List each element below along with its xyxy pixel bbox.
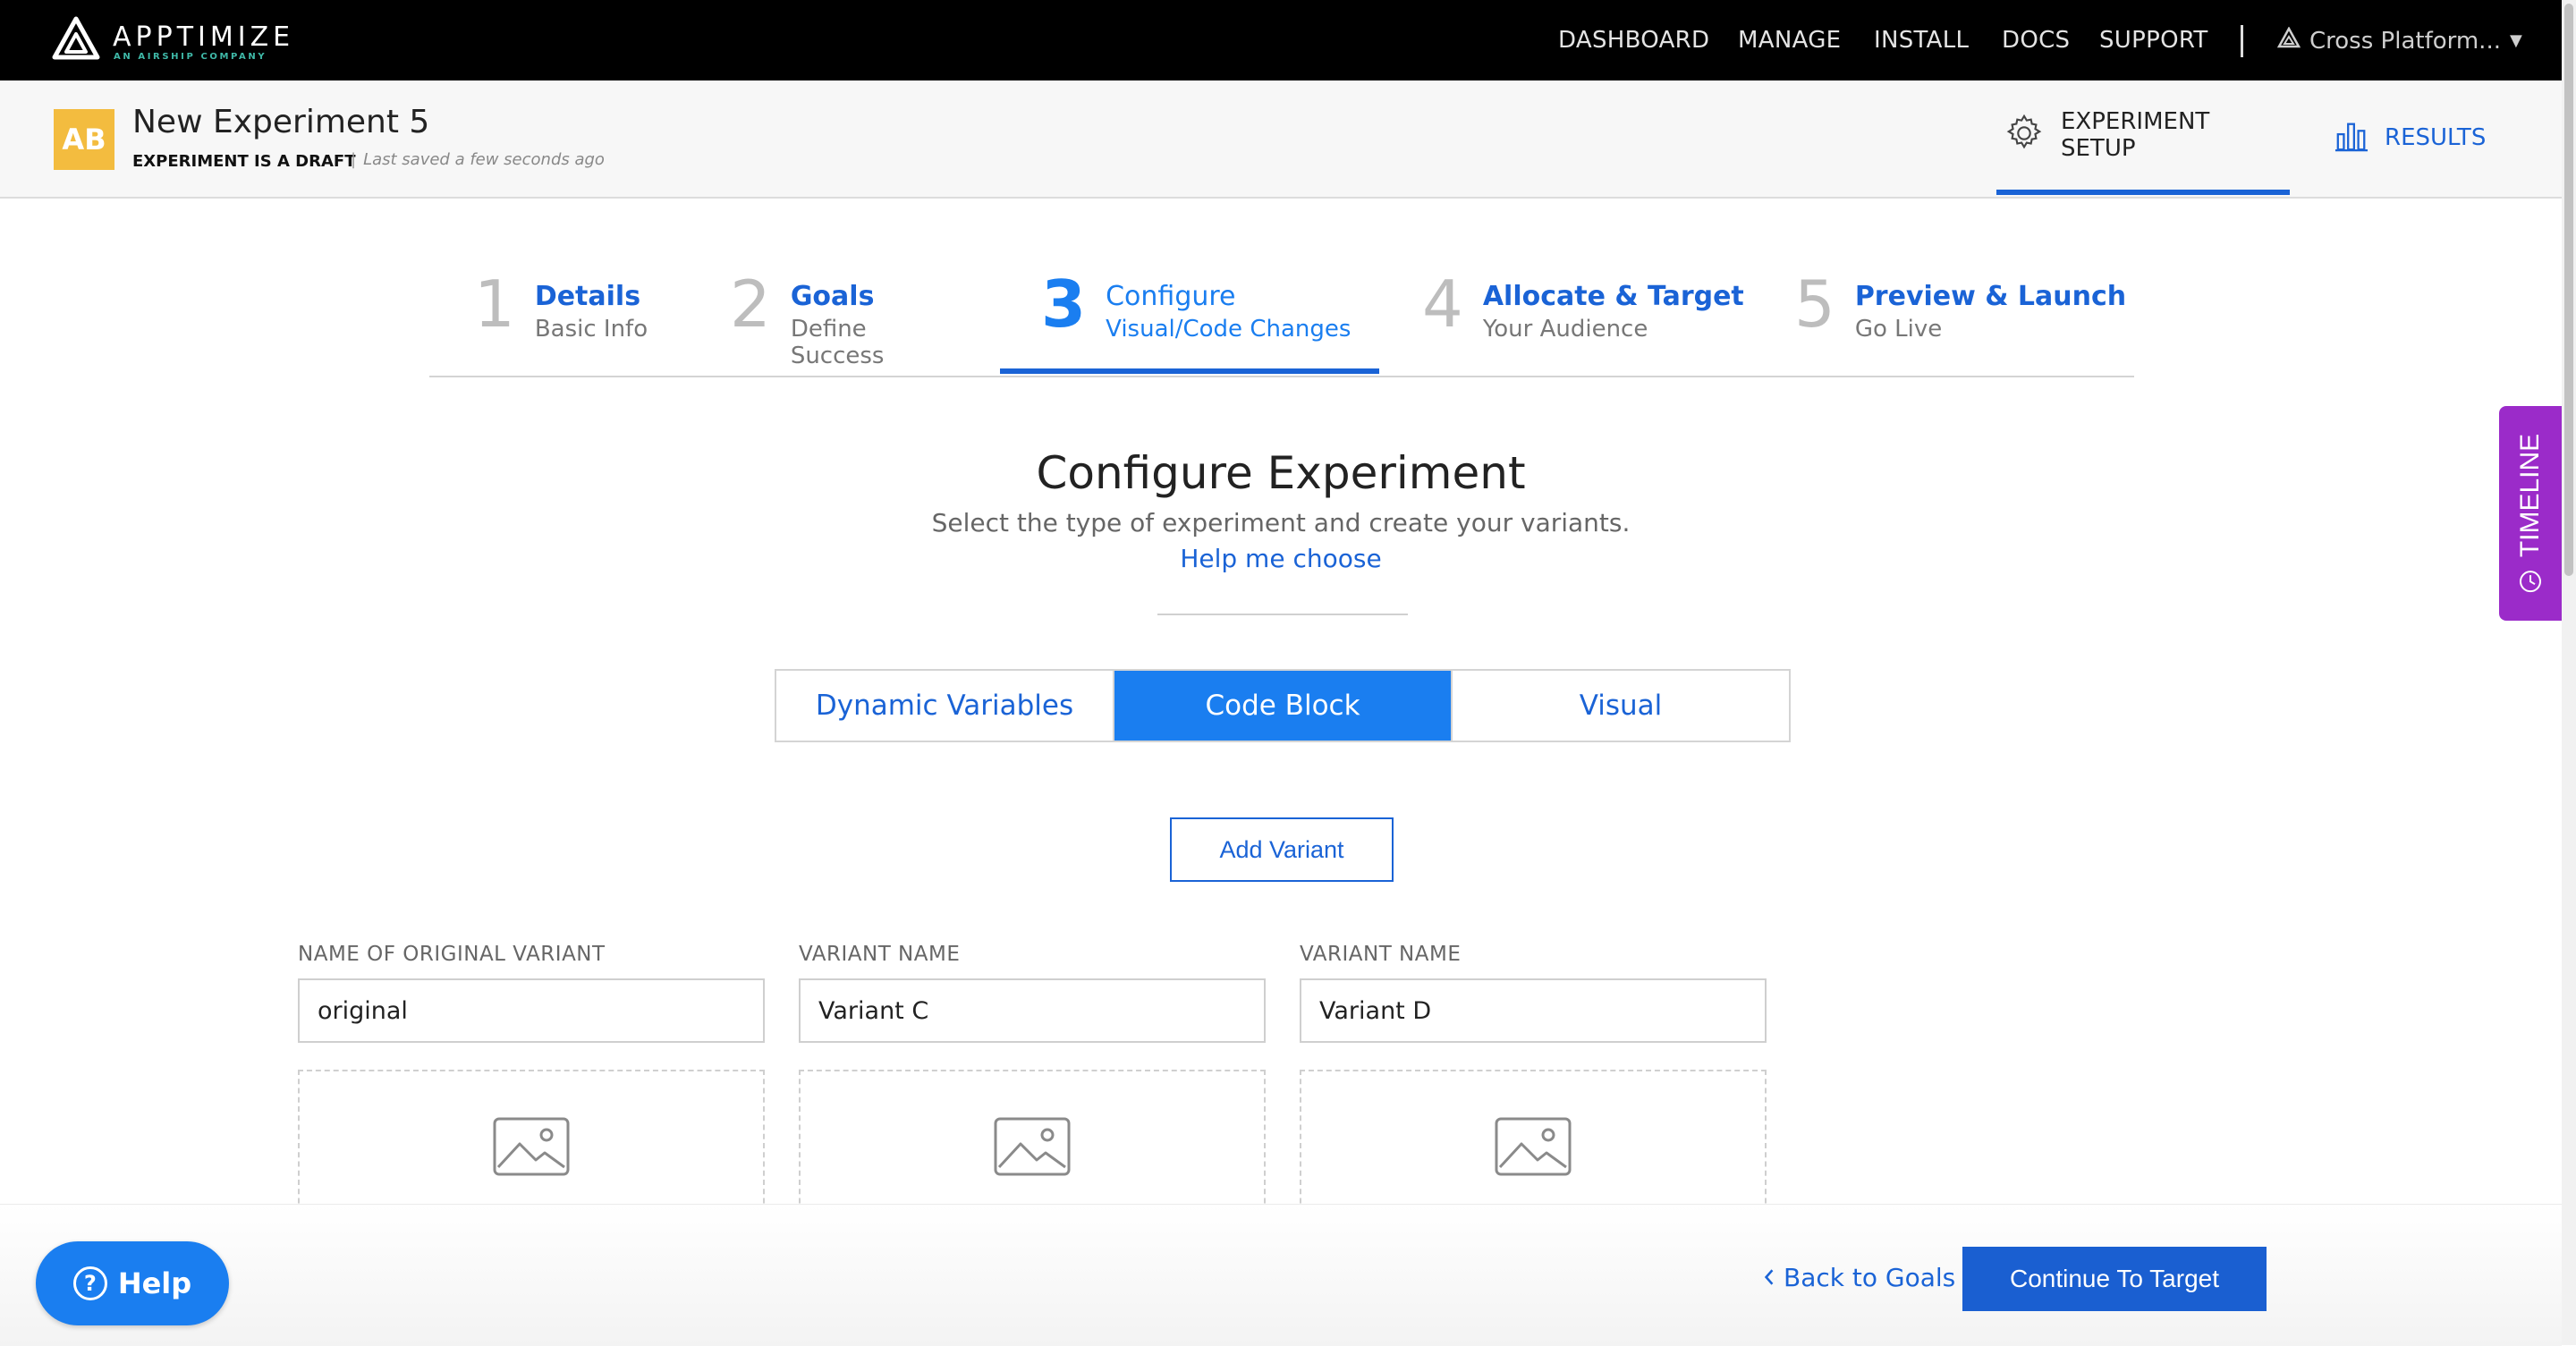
timeline-tab[interactable]: TIMELINE	[2499, 406, 2562, 621]
step-number: 4	[1422, 267, 1463, 342]
experiment-type-tabs: Dynamic Variables Code Block Visual	[775, 669, 1791, 742]
step-subtitle: Define Success	[790, 316, 885, 369]
step-number: 5	[1794, 267, 1835, 342]
apptimize-logo-icon[interactable]	[52, 16, 100, 61]
platform-icon	[2276, 26, 2301, 55]
saved-separator: |	[351, 150, 357, 169]
divider	[1157, 614, 1408, 615]
step-title: Goals	[790, 281, 875, 312]
help-me-choose-link[interactable]: Help me choose	[1180, 544, 1381, 573]
gear-icon	[2004, 113, 2045, 157]
step-number: 1	[474, 267, 515, 342]
help-button[interactable]: ? Help	[36, 1241, 229, 1325]
step-title: Allocate & Target	[1482, 281, 1744, 312]
experiment-name: New Experiment 5	[132, 104, 430, 140]
step-title: Details	[534, 281, 641, 312]
nav-support[interactable]: SUPPORT	[2099, 27, 2208, 54]
step-number: 2	[730, 267, 771, 342]
step-title: Configure	[1106, 281, 1236, 312]
type-tab-code-block[interactable]: Code Block	[1113, 671, 1451, 741]
variant-c: VARIANT NAME	[799, 943, 1266, 1222]
nav-divider	[2241, 25, 2243, 57]
step-subtitle: Your Audience	[1482, 316, 1648, 343]
experiment-type-badge: AB	[54, 109, 114, 170]
help-button-label: Help	[117, 1266, 192, 1300]
image-placeholder-icon	[1495, 1117, 1572, 1176]
variant-original: NAME OF ORIGINAL VARIANT	[298, 943, 765, 1222]
step-details[interactable]: 1 Details Basic Info	[474, 259, 653, 374]
step-allocate-target[interactable]: 4 Allocate & Target Your Audience	[1422, 259, 1762, 374]
step-title: Preview & Launch	[1854, 281, 2127, 312]
back-to-goals-label: Back to Goals	[1784, 1263, 1956, 1292]
tab-results[interactable]: RESULTS	[2334, 80, 2486, 195]
variant-name-label: VARIANT NAME	[1300, 943, 1462, 966]
help-link-row: Help me choose	[0, 544, 2562, 573]
platform-label: Cross Platform...	[2309, 27, 2501, 55]
chevron-left-icon	[1764, 1263, 1775, 1292]
step-number: 3	[1041, 267, 1087, 342]
scrollbar-thumb[interactable]	[2564, 4, 2573, 576]
step-subtitle: Go Live	[1854, 316, 1943, 343]
type-tab-visual[interactable]: Visual	[1451, 671, 1789, 741]
nav-dashboard[interactable]: DASHBOARD	[1558, 27, 1709, 54]
wizard-steps: 1 Details Basic Info 2 Goals Define Succes…	[429, 259, 2134, 377]
timeline-label: TIMELINE	[2515, 433, 2545, 558]
variant-name-input[interactable]	[298, 978, 765, 1043]
tab-results-label: RESULTS	[2385, 124, 2487, 151]
screenshot-dropzone[interactable]	[1300, 1070, 1767, 1222]
platform-selector[interactable]: Cross Platform... ▼	[2276, 26, 2522, 55]
step-goals[interactable]: 2 Goals Define Success	[730, 259, 962, 374]
brand-tagline: AN AIRSHIP COMPANY	[114, 52, 267, 62]
step-subtitle: Basic Info	[534, 316, 648, 343]
step-preview-launch[interactable]: 5 Preview & Launch Go Live	[1794, 259, 2134, 374]
tab-experiment-setup[interactable]: EXPERIMENT SETUP	[1996, 80, 2290, 195]
step-subtitle: Visual/Code Changes	[1106, 316, 1352, 343]
variant-name-input[interactable]	[1300, 978, 1767, 1043]
screenshot-dropzone[interactable]	[799, 1070, 1266, 1222]
tab-experiment-setup-label: EXPERIMENT SETUP	[2061, 108, 2210, 162]
variant-d: VARIANT NAME	[1300, 943, 1767, 1222]
chevron-down-icon: ▼	[2509, 31, 2522, 50]
clock-icon	[2520, 571, 2541, 593]
nav-install[interactable]: INSTALL	[1874, 27, 1969, 54]
image-placeholder-icon	[994, 1117, 1071, 1176]
question-mark-icon: ?	[72, 1266, 107, 1300]
variant-name-label: NAME OF ORIGINAL VARIANT	[298, 943, 606, 966]
page-title: Configure Experiment	[1036, 447, 1526, 499]
bar-chart-icon	[2334, 119, 2368, 157]
nav-manage[interactable]: MANAGE	[1738, 27, 1841, 54]
nav-docs[interactable]: DOCS	[2002, 27, 2070, 54]
step-configure[interactable]: 3 Configure Visual/Code Changes	[1000, 259, 1379, 374]
last-saved-info: | Last saved a few seconds ago	[351, 150, 605, 169]
brand-name[interactable]: APPTIMIZE	[113, 21, 294, 53]
add-variant-button[interactable]: Add Variant	[1170, 817, 1394, 882]
variant-name-label: VARIANT NAME	[799, 943, 961, 966]
screenshot-dropzone[interactable]	[298, 1070, 765, 1222]
last-saved-text: Last saved a few seconds ago	[363, 150, 605, 169]
variant-name-input[interactable]	[799, 978, 1266, 1043]
experiment-status: EXPERIMENT IS A DRAFT	[132, 152, 356, 171]
continue-to-target-button[interactable]: Continue To Target	[1962, 1247, 2267, 1311]
back-to-goals-link[interactable]: Back to Goals	[1764, 1263, 1955, 1292]
type-tab-dynamic-variables[interactable]: Dynamic Variables	[776, 671, 1113, 741]
page-subtitle: Select the type of experiment and create…	[931, 508, 1631, 538]
image-placeholder-icon	[493, 1117, 570, 1176]
